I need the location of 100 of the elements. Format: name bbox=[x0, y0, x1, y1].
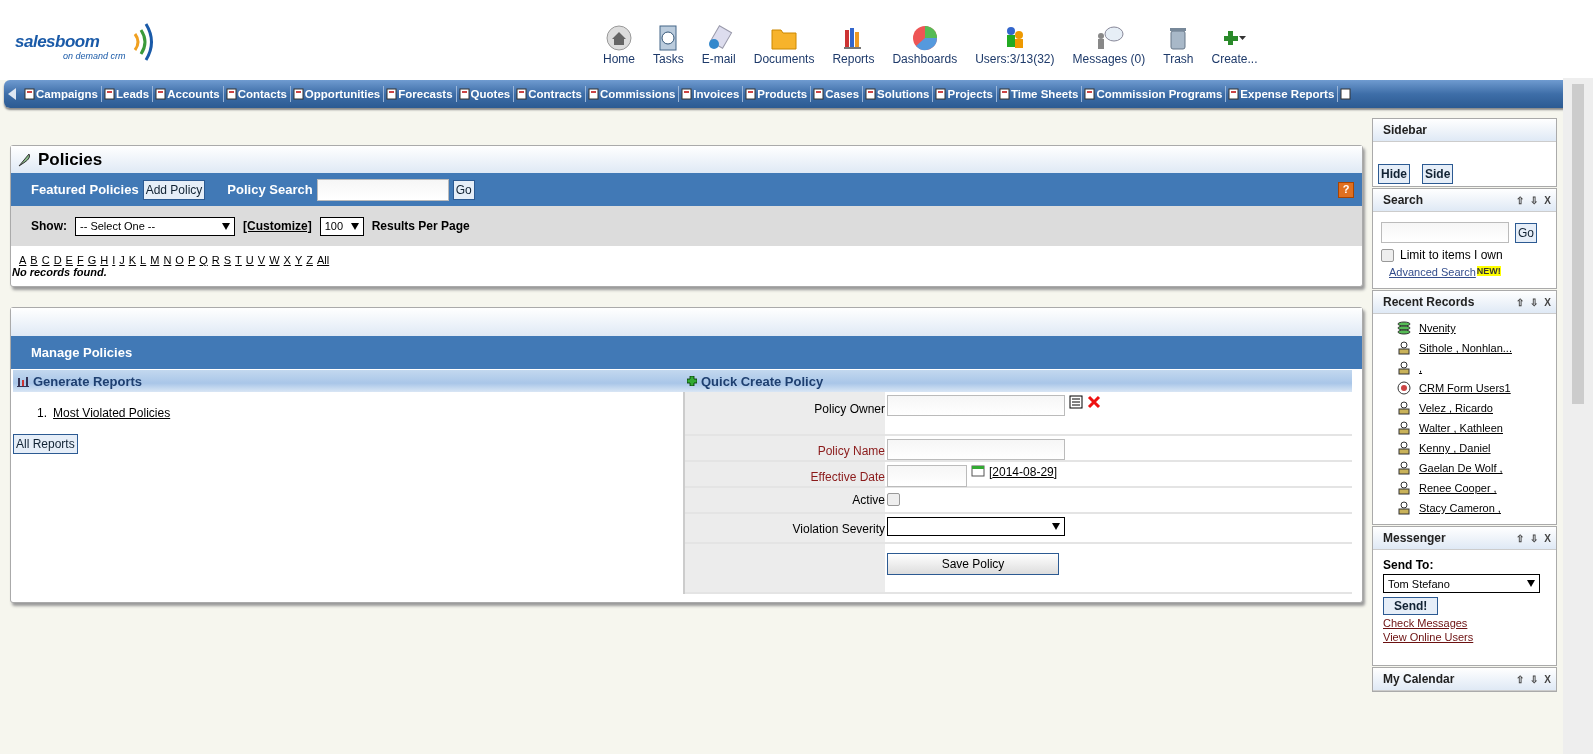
field-label: Effective Date bbox=[810, 470, 885, 486]
go-button[interactable]: Go bbox=[452, 179, 475, 200]
widget-control[interactable]: X bbox=[1544, 194, 1551, 206]
nav-tab[interactable]: Cases bbox=[811, 86, 864, 102]
record-link[interactable]: Kenny , Daniel bbox=[1419, 442, 1491, 454]
widget-title: Messenger bbox=[1383, 531, 1446, 545]
widget-control[interactable]: X bbox=[1544, 532, 1551, 544]
messenger-link[interactable]: View Online Users bbox=[1383, 631, 1474, 643]
record-link[interactable]: CRM Form Users1 bbox=[1419, 382, 1511, 394]
letter-link[interactable]: W bbox=[269, 254, 280, 266]
messenger-link[interactable]: Check Messages bbox=[1383, 617, 1468, 629]
widget-control[interactable]: X bbox=[1544, 673, 1551, 685]
save-button[interactable]: Save Policy bbox=[887, 553, 1059, 575]
letter-link[interactable]: G bbox=[87, 254, 97, 266]
toolbar-item[interactable]: Users:3/13(32) bbox=[975, 24, 1055, 66]
letter-link[interactable]: All bbox=[316, 254, 330, 266]
letter-link[interactable]: T bbox=[235, 254, 242, 266]
letter-link[interactable]: R bbox=[211, 254, 220, 266]
letter-link[interactable]: Q bbox=[199, 254, 208, 266]
letter-link[interactable]: Y bbox=[294, 254, 303, 266]
letter-link[interactable]: N bbox=[163, 254, 172, 266]
all-reports-button[interactable]: All Reports bbox=[13, 434, 78, 454]
widget-control[interactable]: ⇧ bbox=[1516, 194, 1525, 206]
toolbar-item[interactable]: Tasks bbox=[653, 24, 684, 66]
letter-link[interactable]: H bbox=[100, 254, 109, 266]
toolbar-item[interactable]: Messages (0) bbox=[1072, 24, 1146, 66]
send-to-label: Send To: bbox=[1383, 558, 1434, 572]
view-dropdown[interactable]: -- Select One -- bbox=[75, 216, 235, 236]
record-link[interactable]: Walter , Kathleen bbox=[1419, 422, 1503, 434]
nav-tab[interactable]: Projects bbox=[933, 86, 997, 102]
letter-link[interactable]: I bbox=[112, 254, 116, 266]
widget-control[interactable]: X bbox=[1544, 296, 1551, 308]
letter-link[interactable]: U bbox=[245, 254, 254, 266]
nav-tab[interactable]: Commissions bbox=[585, 86, 680, 102]
widget-control[interactable]: ⇩ bbox=[1530, 194, 1539, 206]
widget-control[interactable]: ⇩ bbox=[1530, 296, 1539, 308]
letter-link[interactable]: M bbox=[150, 254, 160, 266]
nav-tab[interactable]: Leads bbox=[102, 86, 154, 102]
nav-tab[interactable]: Time Sheets bbox=[996, 86, 1083, 102]
letter-link[interactable]: K bbox=[128, 254, 137, 266]
letter-link[interactable]: O bbox=[175, 254, 184, 266]
nav-tab[interactable]: Invoices bbox=[679, 86, 744, 102]
record-link[interactable]: , bbox=[1419, 362, 1423, 374]
customize-link[interactable]: [Customize] bbox=[243, 219, 312, 233]
nav-tab[interactable]: Expense Reports bbox=[1226, 86, 1339, 102]
letter-link[interactable]: J bbox=[119, 254, 125, 266]
today-link[interactable]: 2014-08-29 bbox=[992, 465, 1054, 479]
letter-link[interactable]: A bbox=[19, 254, 27, 266]
add-policy-button[interactable]: Add Policy bbox=[142, 179, 206, 200]
letter-link[interactable]: F bbox=[76, 254, 84, 266]
letter-link[interactable]: C bbox=[41, 254, 50, 266]
nav-tab[interactable]: Contracts bbox=[514, 86, 586, 102]
advanced-search-link[interactable]: Advanced Search bbox=[1389, 266, 1476, 278]
record-link[interactable]: Renee Cooper , bbox=[1419, 482, 1497, 494]
toolbar-item[interactable]: Reports bbox=[832, 24, 875, 66]
record-link[interactable]: Sithole , Nonhlan... bbox=[1419, 342, 1512, 354]
record-link[interactable]: Nvenity bbox=[1419, 322, 1456, 334]
widget-control[interactable]: ⇩ bbox=[1530, 673, 1539, 685]
letter-link[interactable]: S bbox=[223, 254, 232, 266]
nav-tab[interactable]: Campaigns bbox=[22, 86, 102, 102]
send-button[interactable]: Send! bbox=[1383, 597, 1439, 615]
record-link[interactable]: Velez , Ricardo bbox=[1419, 402, 1493, 414]
recipient-dropdown[interactable]: Tom Stefano bbox=[1383, 574, 1540, 593]
widget-control[interactable]: ⇧ bbox=[1516, 532, 1525, 544]
toolbar-item[interactable]: Home bbox=[603, 24, 635, 66]
go-button[interactable]: Go bbox=[1515, 222, 1537, 243]
toolbar-item[interactable]: Documents bbox=[753, 24, 815, 66]
nav-tab[interactable]: Contacts bbox=[223, 86, 291, 102]
widget-control[interactable]: ⇧ bbox=[1516, 673, 1525, 685]
nav-tab[interactable]: Products bbox=[743, 86, 812, 102]
record-link[interactable]: Stacy Cameron , bbox=[1419, 502, 1501, 514]
sidebar-button[interactable]: Hide bbox=[1378, 164, 1410, 184]
toolbar-item[interactable]: Dashboards bbox=[892, 24, 958, 66]
nav-tab[interactable]: Opportunities bbox=[290, 86, 385, 102]
field-label: Policy Name bbox=[817, 444, 885, 460]
widget-control[interactable]: ⇧ bbox=[1516, 296, 1525, 308]
letter-link[interactable]: V bbox=[257, 254, 266, 266]
show-label: Show: bbox=[31, 219, 67, 233]
nav-tab[interactable]: Forecasts bbox=[384, 86, 457, 102]
letter-link[interactable]: B bbox=[30, 254, 38, 266]
nav-tab[interactable]: Solutions bbox=[863, 86, 934, 102]
letter-link[interactable]: Z bbox=[306, 254, 313, 266]
toolbar-item[interactable]: E-mail bbox=[701, 24, 736, 66]
logo[interactable]: salesboom on demand crm bbox=[15, 20, 165, 64]
page-size-dropdown[interactable]: 100 bbox=[319, 216, 364, 236]
record-link[interactable]: Gaelan De Wolf , bbox=[1419, 462, 1503, 474]
toolbar-item[interactable]: Create... bbox=[1211, 24, 1258, 66]
nav-tab[interactable]: Commission Programs bbox=[1082, 86, 1227, 102]
sidebar-button[interactable]: Side bbox=[1422, 164, 1454, 184]
letter-link[interactable]: X bbox=[283, 254, 291, 266]
letter-link[interactable]: P bbox=[187, 254, 196, 266]
report-link[interactable]: Most Violated Policies bbox=[53, 406, 171, 420]
letter-link[interactable]: D bbox=[53, 254, 62, 266]
letter-link[interactable]: E bbox=[65, 254, 73, 266]
letter-link[interactable]: L bbox=[140, 254, 147, 266]
toolbar-item[interactable]: Trash bbox=[1163, 24, 1194, 66]
widget-control[interactable]: ⇩ bbox=[1530, 532, 1539, 544]
section-title: Manage Policies bbox=[31, 345, 133, 360]
nav-tab[interactable]: Quotes bbox=[456, 86, 515, 102]
nav-tab[interactable]: Accounts bbox=[153, 86, 224, 102]
